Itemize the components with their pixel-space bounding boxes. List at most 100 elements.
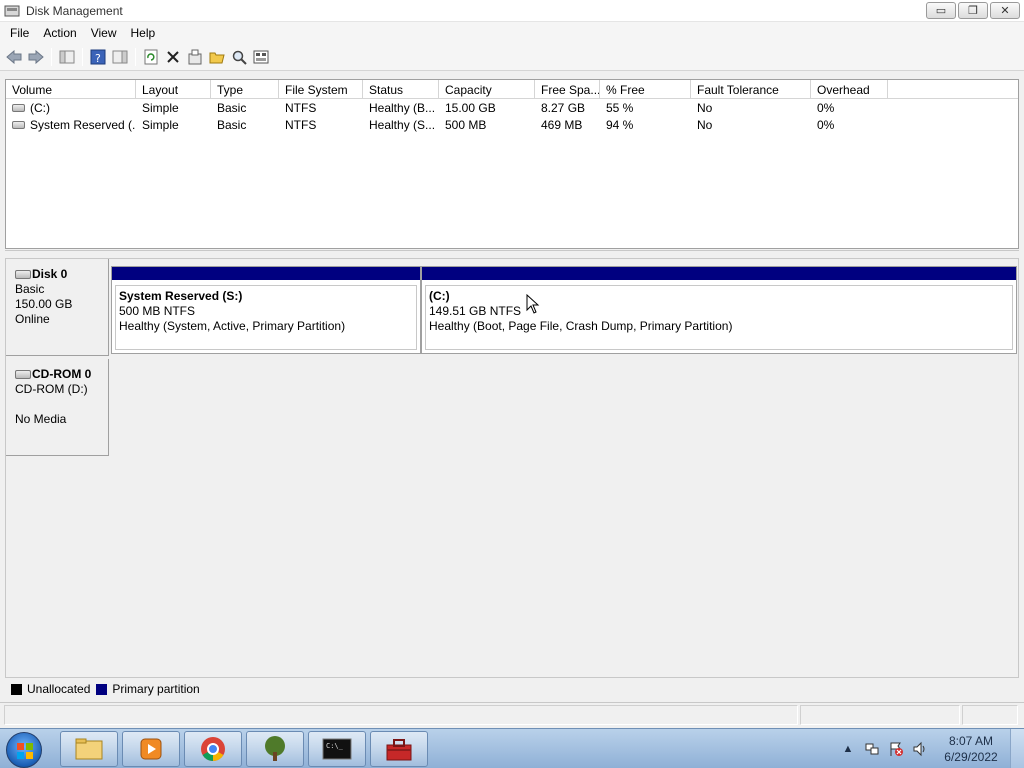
- legend-primary-partition: Primary partition: [96, 682, 200, 696]
- restore-icon: ❐: [968, 5, 978, 17]
- disk-name: CD-ROM 0: [32, 367, 92, 381]
- clock[interactable]: 8:07 AM 6/29/2022: [936, 733, 1006, 765]
- tree-app-icon: [265, 736, 285, 761]
- partition-size: 149.51 GB NTFS: [429, 304, 522, 318]
- partition-name: (C:): [429, 289, 450, 303]
- pane-splitter[interactable]: [5, 250, 1019, 258]
- network-icon[interactable]: [864, 741, 880, 757]
- delete-button[interactable]: [162, 46, 184, 68]
- volume-name: (C:): [30, 100, 50, 115]
- taskbar-media-player[interactable]: [122, 731, 180, 767]
- disk-graphical-view: Disk 0 Basic 150.00 GB Online System Res…: [5, 258, 1019, 678]
- chevron-up-icon: ▲: [842, 743, 854, 755]
- status-pane-tertiary: [962, 705, 1018, 725]
- toolbar: ?: [0, 44, 1024, 71]
- column-free-space[interactable]: Free Spa...: [535, 80, 600, 98]
- legend-unallocated: Unallocated: [11, 682, 90, 696]
- partition-size: 500 MB NTFS: [119, 304, 196, 318]
- cd-rom-icon: [15, 370, 31, 380]
- clock-time: 8:07 AM: [948, 734, 994, 748]
- column-percent-free[interactable]: % Free: [600, 80, 691, 98]
- show-hidden-icons-button[interactable]: ▲: [840, 741, 856, 757]
- type-cell: Basic: [217, 100, 247, 115]
- disk-size: [15, 397, 108, 412]
- layout-cell: Simple: [142, 117, 179, 132]
- hard-disk-icon: [15, 270, 31, 280]
- open-button[interactable]: [206, 46, 228, 68]
- action-center-flag-icon[interactable]: [888, 741, 904, 757]
- console-tree-button[interactable]: [56, 46, 78, 68]
- status-pane-main: [4, 705, 798, 725]
- volume-list: Volume Layout Type File System Status Ca…: [5, 79, 1019, 249]
- column-status[interactable]: Status: [363, 80, 439, 98]
- partition-system-reserved[interactable]: System Reserved (S:) 500 MB NTFS Healthy…: [111, 266, 421, 354]
- minimize-icon: ▭: [935, 5, 947, 17]
- rescan-button[interactable]: [250, 46, 272, 68]
- column-overhead[interactable]: Overhead: [811, 80, 888, 98]
- menu-bar: File Action View Help: [0, 22, 1024, 44]
- title-bar: Disk Management ▭ ❐ ✕: [0, 0, 1024, 22]
- column-type[interactable]: Type: [211, 80, 279, 98]
- show-desktop-button[interactable]: [1010, 729, 1024, 768]
- file-system-cell: NTFS: [285, 117, 317, 132]
- back-icon: [6, 50, 22, 64]
- primary-partition-bar: [112, 267, 420, 280]
- help-button[interactable]: ?: [87, 46, 109, 68]
- file-system-cell: NTFS: [285, 100, 317, 115]
- taskbar-command-prompt[interactable]: C:\_: [308, 731, 366, 767]
- disk-management-app-icon: [4, 5, 20, 16]
- explore-icon: [232, 50, 247, 65]
- close-button[interactable]: ✕: [990, 2, 1020, 19]
- menu-file[interactable]: File: [3, 26, 36, 40]
- taskbar-toolbox[interactable]: [370, 731, 428, 767]
- svg-text:?: ?: [95, 52, 101, 65]
- volume-name: System Reserved (...: [30, 117, 136, 132]
- help-icon: ?: [90, 49, 106, 65]
- partition-c[interactable]: (C:) 149.51 GB NTFS Healthy (Boot, Page …: [421, 266, 1017, 354]
- free-space-cell: 8.27 GB: [541, 100, 586, 115]
- properties-pane-button[interactable]: [109, 46, 131, 68]
- delete-icon: [167, 51, 179, 63]
- column-layout[interactable]: Layout: [136, 80, 211, 98]
- column-capacity[interactable]: Capacity: [439, 80, 535, 98]
- taskbar-chrome[interactable]: [184, 731, 242, 767]
- status-cell: Healthy (S...: [369, 117, 436, 132]
- mouse-cursor-icon: [526, 294, 540, 314]
- column-file-system[interactable]: File System: [279, 80, 363, 98]
- table-row[interactable]: System Reserved (... Simple Basic NTFS H…: [6, 116, 1018, 133]
- forward-button[interactable]: [25, 46, 47, 68]
- primary-partition-bar: [422, 267, 1016, 280]
- disk-size: 150.00 GB: [15, 297, 73, 311]
- disk-name: Disk 0: [32, 267, 68, 281]
- refresh-icon: [144, 49, 158, 65]
- back-button[interactable]: [3, 46, 25, 68]
- windows-logo-icon: [17, 743, 33, 759]
- restore-button[interactable]: ❐: [958, 2, 988, 19]
- percent-free-cell: 94 %: [606, 117, 634, 132]
- disk-0-label[interactable]: Disk 0 Basic 150.00 GB Online: [6, 259, 109, 356]
- menu-help[interactable]: Help: [124, 26, 163, 40]
- disk-state: No Media: [15, 412, 67, 426]
- refresh-button[interactable]: [140, 46, 162, 68]
- menu-view[interactable]: View: [84, 26, 124, 40]
- column-fault-tolerance[interactable]: Fault Tolerance: [691, 80, 811, 98]
- minimize-button[interactable]: ▭: [926, 2, 956, 19]
- taskbar-tree-app[interactable]: [246, 731, 304, 767]
- command-prompt-icon: C:\_: [322, 738, 352, 760]
- start-button[interactable]: [6, 732, 42, 768]
- cd-rom-0-label[interactable]: CD-ROM 0 CD-ROM (D:) No Media: [6, 359, 109, 456]
- window-title: Disk Management: [26, 3, 123, 18]
- unallocated-swatch: [11, 683, 22, 695]
- volume-cell: System Reserved (...: [6, 118, 136, 132]
- table-row[interactable]: (C:) Simple Basic NTFS Healthy (B... 15.…: [6, 99, 1018, 116]
- media-player-icon: [140, 738, 162, 760]
- properties-button[interactable]: [184, 46, 206, 68]
- volume-speaker-icon[interactable]: [912, 741, 928, 757]
- partition-status: Healthy (System, Active, Primary Partiti…: [119, 319, 346, 333]
- menu-action[interactable]: Action: [36, 26, 83, 40]
- taskbar-explorer[interactable]: [60, 731, 118, 767]
- explore-button[interactable]: [228, 46, 250, 68]
- status-cell: Healthy (B...: [369, 100, 436, 115]
- system-tray: ▲ 8:07 AM 6/29/2022: [840, 729, 1024, 768]
- column-volume[interactable]: Volume: [6, 80, 136, 98]
